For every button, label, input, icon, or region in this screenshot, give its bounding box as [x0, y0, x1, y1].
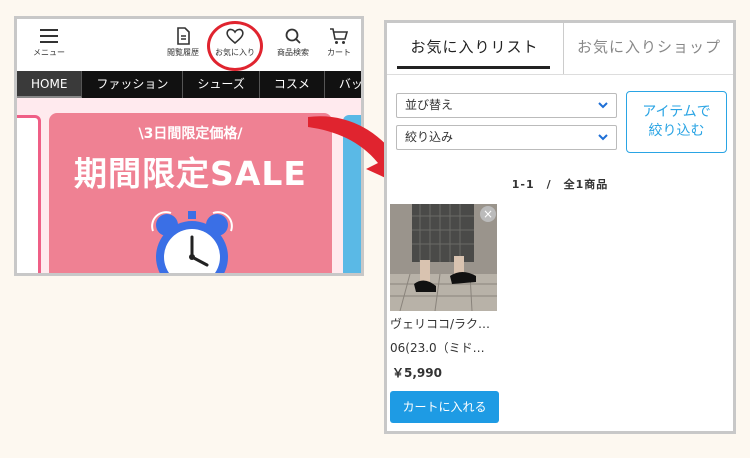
filter-select[interactable]: 絞り込み — [396, 125, 617, 150]
product-price: ￥5,990 — [392, 366, 442, 380]
nav-item-home[interactable]: HOME — [17, 71, 83, 98]
remove-item-button[interactable]: × — [480, 206, 496, 222]
sort-select[interactable]: 並び替え — [396, 93, 617, 118]
banner-title: 期間限定SALE — [74, 154, 307, 193]
cart-label: カート — [327, 48, 351, 57]
add-to-cart-button[interactable]: カートに入れる — [390, 391, 499, 423]
filter-by-item-button[interactable]: アイテムで 絞り込む — [626, 91, 727, 153]
product-photo — [390, 204, 497, 311]
menu-label: メニュー — [33, 48, 65, 57]
history-button[interactable]: 閲覧履歴 — [157, 27, 209, 58]
filter-button-line1: アイテムで — [642, 104, 711, 120]
hamburger-icon — [40, 29, 58, 43]
banner-subtitle: \3日間限定価格/ — [138, 126, 243, 142]
tab-divider — [387, 74, 733, 75]
search-label: 商品検索 — [277, 48, 309, 57]
favorites-screen: お気に入りリスト お気に入りショップ 並び替え 絞り込み アイテムで 絞り込む … — [384, 20, 736, 434]
sort-select-label: 並び替え — [405, 98, 454, 112]
alarm-clock-icon — [151, 211, 233, 273]
chevron-down-icon — [598, 134, 608, 141]
filter-button-line2: 絞り込む — [648, 123, 705, 139]
tab-favorite-list[interactable]: お気に入りリスト — [387, 23, 562, 73]
highlight-circle — [207, 21, 263, 71]
sale-banner[interactable]: \3日間限定価格/ 期間限定SALE — [49, 113, 332, 273]
search-icon — [285, 28, 301, 44]
nav-item-cosme[interactable]: コスメ — [260, 71, 325, 98]
app-header: メニュー 閲覧履歴 お気に入り 商品検索 カート — [17, 19, 361, 69]
search-button[interactable]: 商品検索 — [267, 27, 319, 58]
result-count: 1-1 / 全1商品 — [511, 178, 609, 191]
nav-item-bags[interactable]: バッグ・財 — [325, 71, 361, 98]
menu-button[interactable]: メニュー — [23, 27, 75, 58]
cart-button[interactable]: カート — [313, 27, 361, 58]
chevron-down-icon — [598, 102, 608, 109]
category-nav: HOME ファッション シューズ コスメ バッグ・財 — [17, 71, 361, 98]
filter-select-label: 絞り込み — [405, 130, 454, 144]
product-name-line2[interactable]: 06(23.0（ミド… — [390, 339, 502, 356]
tab-favorite-shop[interactable]: お気に入りショップ — [563, 23, 734, 75]
nav-item-fashion[interactable]: ファッション — [82, 71, 184, 98]
history-label: 閲覧履歴 — [167, 48, 199, 57]
banner-card-left[interactable] — [17, 115, 41, 273]
product-image[interactable] — [390, 204, 497, 311]
document-icon — [177, 27, 190, 45]
nav-item-shoes[interactable]: シューズ — [183, 71, 260, 98]
cart-icon — [330, 28, 349, 44]
product-name-line1[interactable]: ヴェリココ/ラク… — [390, 315, 502, 332]
